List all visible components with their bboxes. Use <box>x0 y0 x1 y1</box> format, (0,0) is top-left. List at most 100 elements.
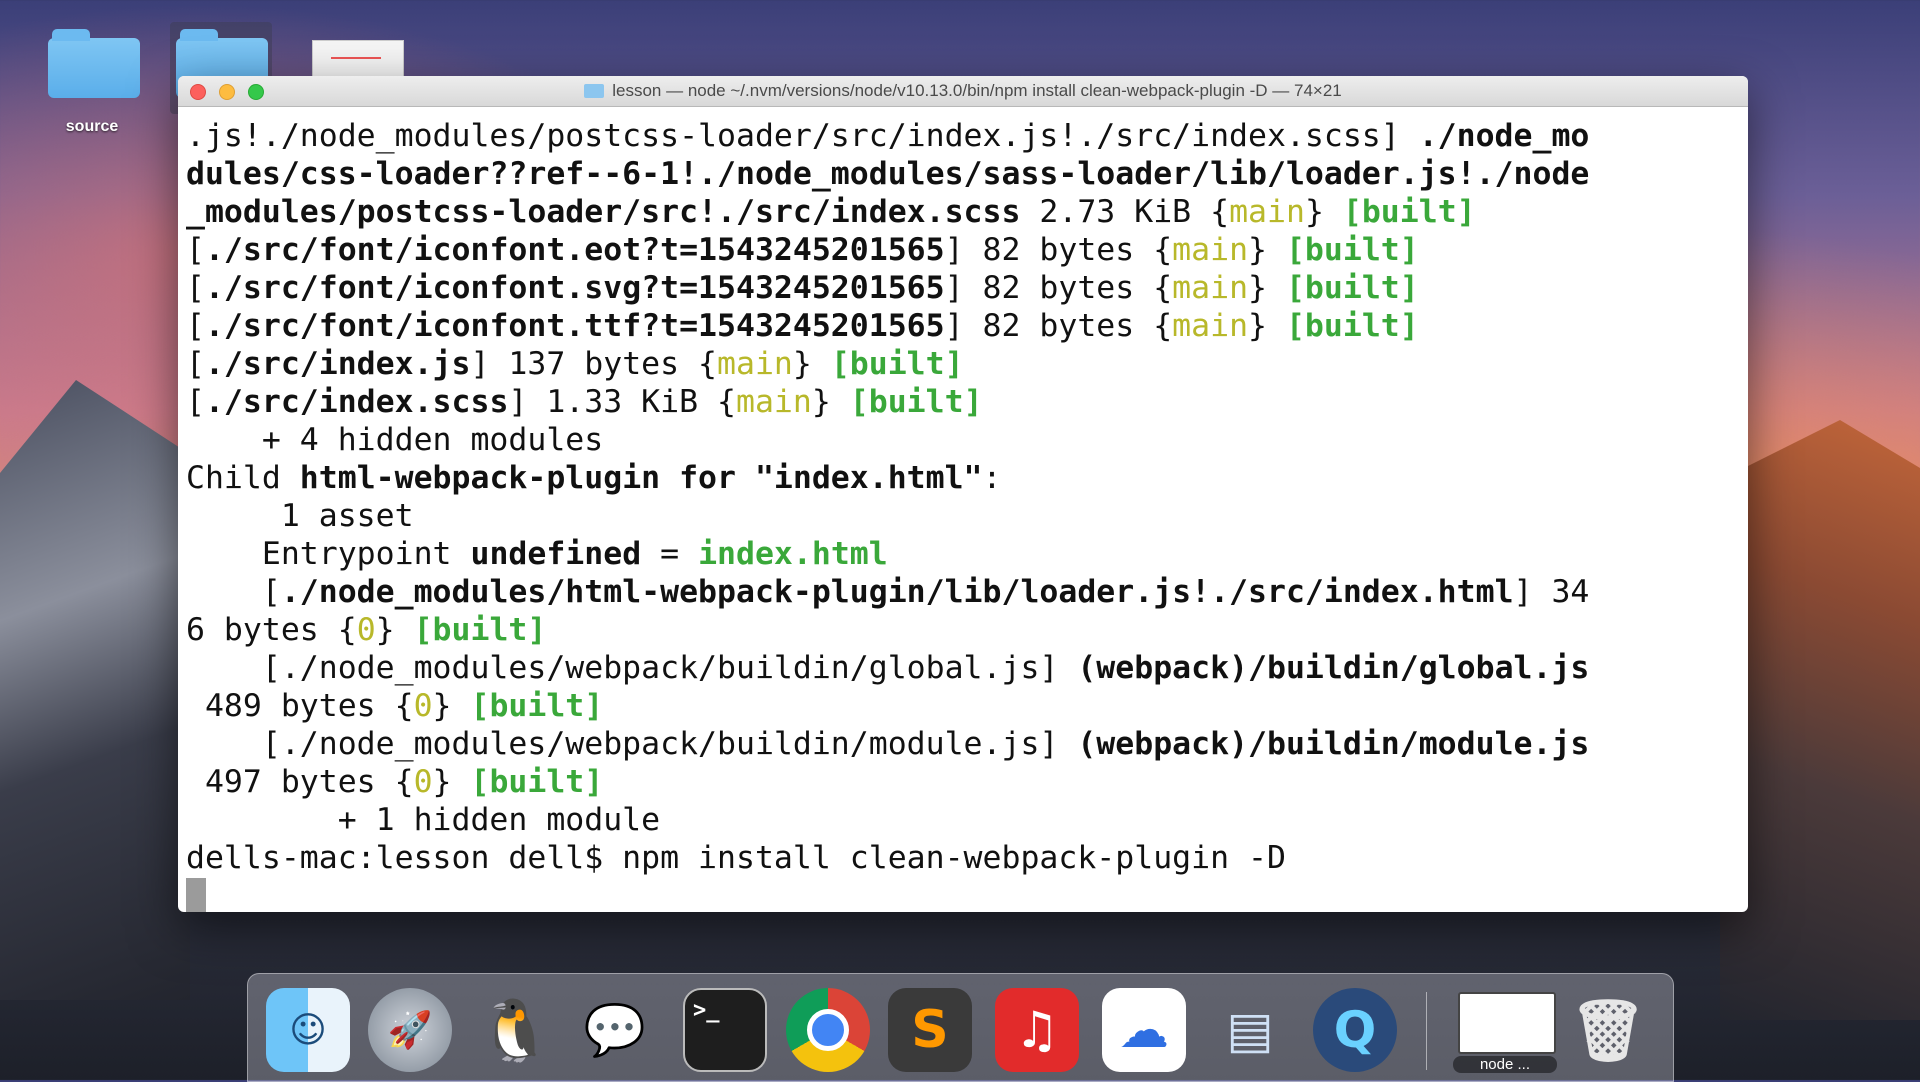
launchpad-icon[interactable]: 🚀 <box>368 988 452 1072</box>
terminal-line: + 4 hidden modules <box>186 421 1748 459</box>
terminal-text: + 4 hidden modules <box>186 422 604 458</box>
dock: ☺ 🚀 🐧 💬 >_ S ♫ ☁ ▤ Q node ... 🗑 <box>247 973 1674 1082</box>
terminal-text: [ <box>186 232 205 268</box>
terminal-window[interactable]: lesson — node ~/.nvm/versions/node/v10.1… <box>178 76 1748 912</box>
terminal-text: ./src/font/iconfont.svg?t=1543245201565 <box>204 270 945 306</box>
terminal-text: : <box>982 460 1002 496</box>
terminal-text: [built] <box>470 688 604 724</box>
qq-icon[interactable]: 🐧 <box>473 988 557 1072</box>
terminal-line: 1 asset <box>186 497 1748 535</box>
terminal-text: ] 137 bytes { <box>470 346 718 382</box>
terminal-line: [./node_modules/webpack/buildin/global.j… <box>186 649 1748 687</box>
window-title-area: lesson — node ~/.nvm/versions/node/v10.1… <box>178 76 1748 106</box>
terminal-line: 489 bytes {0} [built] <box>186 687 1748 725</box>
desktop-item-label[interactable]: source <box>32 118 152 136</box>
wechat-icon[interactable]: 💬 <box>573 988 657 1072</box>
terminal-line: [./src/font/iconfont.svg?t=1543245201565… <box>186 269 1748 307</box>
terminal-text: Child <box>186 460 300 496</box>
terminal-text: [built] <box>1285 308 1419 344</box>
terminal-titlebar[interactable]: lesson — node ~/.nvm/versions/node/v10.1… <box>178 76 1748 107</box>
terminal-output[interactable]: .js!./node_modules/postcss-loader/src/in… <box>178 107 1748 912</box>
terminal-text: 1 asset <box>186 498 414 534</box>
terminal-text: ] 34 <box>1513 574 1590 610</box>
terminal-text: main <box>717 346 793 382</box>
terminal-line: [./src/font/iconfont.ttf?t=1543245201565… <box>186 307 1748 345</box>
terminal-line: Child html-webpack-plugin for "index.htm… <box>186 459 1748 497</box>
terminal-line: [./src/index.scss] 1.33 KiB {main} [buil… <box>186 383 1748 421</box>
terminal-text: 6 bytes { <box>186 612 357 648</box>
terminal-text: 2.73 KiB { <box>1020 194 1230 230</box>
terminal-text: ./src/index.scss <box>204 384 509 420</box>
terminal-text: [ <box>186 346 205 382</box>
terminal-line: [./src/font/iconfont.eot?t=1543245201565… <box>186 231 1748 269</box>
terminal-text: [./node_modules/webpack/buildin/module.j… <box>186 726 1078 762</box>
terminal-text: [./node_modules/webpack/buildin/global.j… <box>186 650 1078 686</box>
quicktime-icon[interactable]: Q <box>1313 988 1397 1072</box>
terminal-text: (webpack)/buildin/module.js <box>1077 726 1590 762</box>
terminal-text: .js!./node_modules/postcss-loader/src/in… <box>186 118 1419 154</box>
terminal-text: 0 <box>413 688 433 724</box>
terminal-prompt-line[interactable] <box>186 877 1748 912</box>
wallpaper-mountain-right <box>1720 420 1920 1020</box>
sublime-icon[interactable]: S <box>888 988 972 1072</box>
terminal-line: _modules/postcss-loader/src!./src/index.… <box>186 193 1748 231</box>
terminal-text: main <box>1229 194 1305 230</box>
terminal-text: [built] <box>849 384 983 420</box>
terminal-text: ] 82 bytes { <box>944 232 1173 268</box>
terminal-text: main <box>1172 270 1249 306</box>
terminal-text: ./src/font/iconfont.eot?t=1543245201565 <box>204 232 945 268</box>
terminal-line: 6 bytes {0} [built] <box>186 611 1748 649</box>
terminal-text: 489 bytes { <box>186 688 414 724</box>
terminal-text: ./node_modules/html-webpack-plugin/lib/l… <box>280 574 1514 610</box>
terminal-text: dules/css-loader??ref--6-1!./node_module… <box>186 156 1590 192</box>
keynote-icon[interactable]: ▤ <box>1208 988 1292 1072</box>
terminal-line: [./src/index.js] 137 bytes {main} [built… <box>186 345 1748 383</box>
terminal-text: ] 82 bytes { <box>944 270 1173 306</box>
wallpaper-mountain-left <box>0 380 190 1000</box>
terminal-text: 497 bytes { <box>186 764 414 800</box>
minimized-window-label[interactable]: node ... <box>1453 1056 1557 1073</box>
chrome-icon[interactable] <box>786 988 870 1072</box>
terminal-text: [ <box>186 384 205 420</box>
terminal-text: + 1 hidden module <box>186 802 661 838</box>
terminal-text: ./src/font/iconfont.ttf?t=1543245201565 <box>204 308 945 344</box>
terminal-line: .js!./node_modules/postcss-loader/src/in… <box>186 117 1748 155</box>
terminal-text: [ <box>186 574 281 610</box>
folder-icon[interactable] <box>48 29 140 98</box>
terminal-text: main <box>1172 308 1249 344</box>
baidu-netdisk-icon[interactable]: ☁ <box>1102 988 1186 1072</box>
terminal-text: index.html <box>698 536 888 572</box>
terminal-text: ./src/index.js <box>204 346 471 382</box>
terminal-text: 0 <box>413 764 433 800</box>
terminal-line: [./node_modules/html-webpack-plugin/lib/… <box>186 573 1748 611</box>
terminal-line: [./node_modules/webpack/buildin/module.j… <box>186 725 1748 763</box>
terminal-line: dells-mac:lesson dell$ npm install clean… <box>186 839 1748 877</box>
terminal-text: ] 1.33 KiB { <box>508 384 736 420</box>
terminal-line: Entrypoint undefined = index.html <box>186 535 1748 573</box>
terminal-text: dells-mac:lesson dell$ npm install clean… <box>186 840 1286 876</box>
terminal-text: 0 <box>356 612 376 648</box>
terminal-text: } <box>1304 194 1343 230</box>
finder-icon[interactable]: ☺ <box>266 988 350 1072</box>
terminal-text: [ <box>186 270 205 306</box>
terminal-text: undefined <box>470 536 642 572</box>
folder-icon <box>584 84 605 98</box>
terminal-text: main <box>1172 232 1249 268</box>
terminal-line: dules/css-loader??ref--6-1!./node_module… <box>186 155 1748 193</box>
dock-separator <box>1426 992 1427 1070</box>
terminal-text: [built] <box>830 346 964 382</box>
terminal-icon[interactable]: >_ <box>683 988 767 1072</box>
minimized-window-thumbnail[interactable] <box>1458 992 1556 1054</box>
trash-icon[interactable]: 🗑 <box>1566 988 1650 1072</box>
netease-music-icon[interactable]: ♫ <box>995 988 1079 1072</box>
terminal-line: 497 bytes {0} [built] <box>186 763 1748 801</box>
terminal-text: } <box>432 764 471 800</box>
terminal-text: [ <box>186 308 205 344</box>
terminal-text: [built] <box>413 612 547 648</box>
document-thumbnail-icon[interactable] <box>312 40 404 78</box>
terminal-text: html-webpack-plugin for "index.html" <box>299 460 983 496</box>
terminal-text: } <box>432 688 471 724</box>
text-cursor <box>186 878 206 912</box>
terminal-text: ./node_mo <box>1418 118 1590 154</box>
terminal-text: (webpack)/buildin/global.js <box>1077 650 1590 686</box>
